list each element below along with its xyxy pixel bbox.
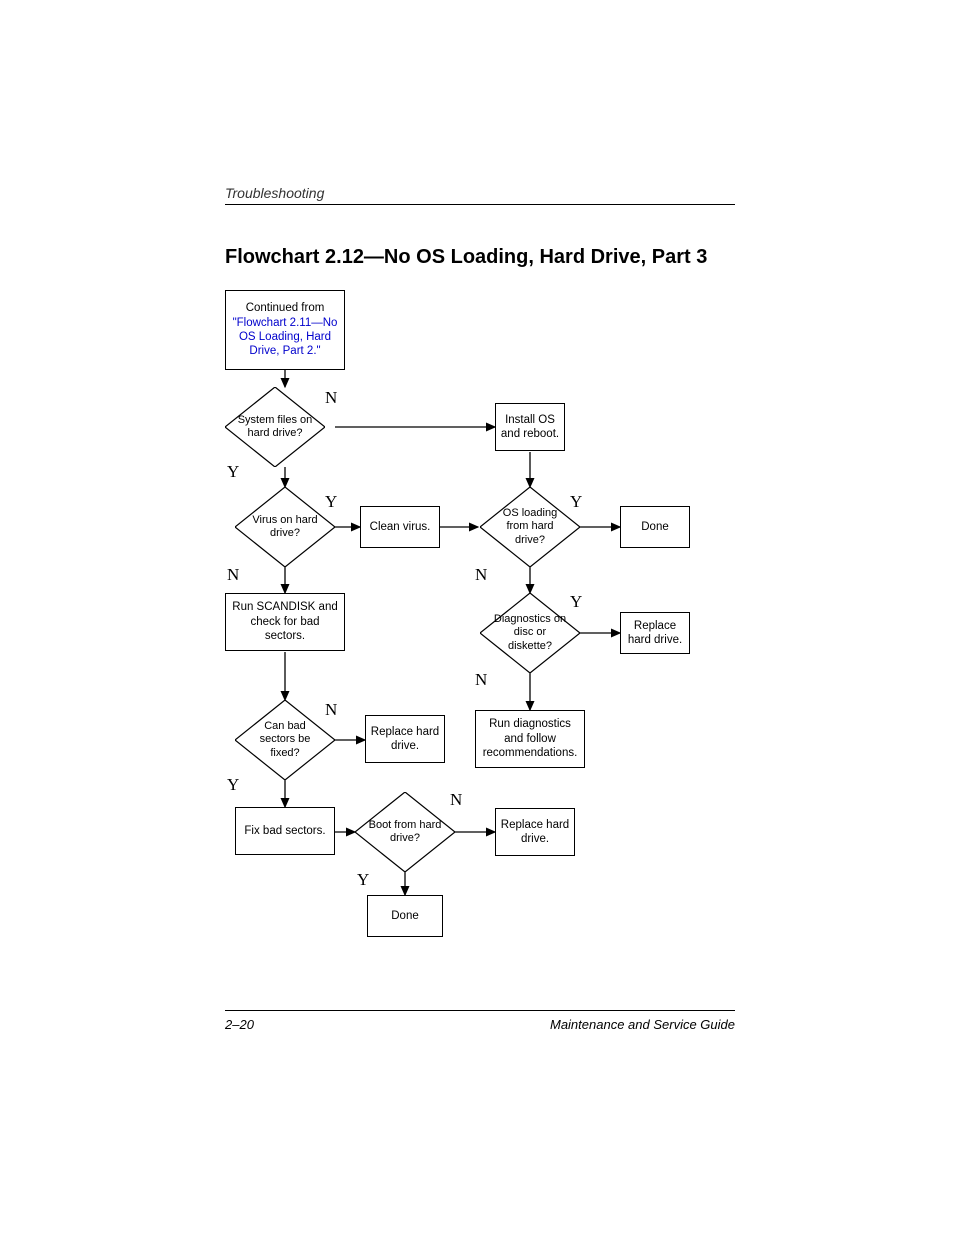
section-header: Troubleshooting [225, 185, 735, 205]
decision-diag-disc-text: Diagnostics on disc or diskette? [492, 613, 568, 653]
node-clean-virus: Clean virus. [360, 506, 440, 548]
node-fix-sectors-text: Fix bad sectors. [244, 824, 325, 838]
page-footer: 2–20 Maintenance and Service Guide [225, 1010, 735, 1032]
decision-virus-text: Virus on hard drive? [247, 514, 323, 540]
decision-system-files-text: System files on hard drive? [237, 414, 313, 440]
page-title: Flowchart 2.12—No OS Loading, Hard Drive… [225, 245, 735, 270]
label-n: N [450, 790, 462, 810]
node-replace-hd-3: Replace hard drive. [495, 808, 575, 856]
node-install-os-text: Install OS and reboot. [500, 413, 560, 442]
node-done-2-text: Done [391, 909, 419, 923]
guide-title: Maintenance and Service Guide [550, 1017, 735, 1032]
label-n: N [325, 388, 337, 408]
flowchart: Continued from "Flowchart 2.11—No OS Loa… [225, 290, 735, 960]
decision-os-loading-text: OS loading from hard drive? [492, 507, 568, 547]
node-replace-hd-2-text: Replace hard drive. [370, 725, 440, 754]
decision-can-fix: Can bad sectors be fixed? [235, 700, 335, 780]
label-y: Y [357, 870, 369, 890]
continued-prefix: Continued from [246, 301, 325, 315]
node-continued-from: Continued from "Flowchart 2.11—No OS Loa… [225, 290, 345, 370]
node-install-os: Install OS and reboot. [495, 403, 565, 451]
page-number: 2–20 [225, 1017, 254, 1032]
node-run-diagnostics: Run diagnostics and follow recommendatio… [475, 710, 585, 768]
node-scandisk-text: Run SCANDISK and check for bad sectors. [230, 600, 340, 643]
node-replace-hd-1: Replace hard drive. [620, 612, 690, 654]
label-y: Y [227, 462, 239, 482]
node-done-1-text: Done [641, 520, 669, 534]
node-run-diagnostics-text: Run diagnostics and follow recommendatio… [480, 717, 580, 760]
label-y: Y [570, 592, 582, 612]
node-clean-virus-text: Clean virus. [370, 520, 431, 534]
node-replace-hd-1-text: Replace hard drive. [625, 619, 685, 648]
decision-os-loading: OS loading from hard drive? [480, 487, 580, 567]
node-replace-hd-2: Replace hard drive. [365, 715, 445, 763]
label-n: N [475, 670, 487, 690]
label-n: N [475, 565, 487, 585]
node-replace-hd-3-text: Replace hard drive. [500, 818, 570, 847]
decision-system-files: System files on hard drive? [225, 387, 325, 467]
continued-link[interactable]: "Flowchart 2.11—No OS Loading, Hard Driv… [230, 316, 340, 359]
label-y: Y [227, 775, 239, 795]
decision-diag-disc: Diagnostics on disc or diskette? [480, 593, 580, 673]
node-done-2: Done [367, 895, 443, 937]
node-scandisk: Run SCANDISK and check for bad sectors. [225, 593, 345, 651]
node-fix-sectors: Fix bad sectors. [235, 807, 335, 855]
decision-can-fix-text: Can bad sectors be fixed? [247, 720, 323, 760]
node-done-1: Done [620, 506, 690, 548]
label-n: N [227, 565, 239, 585]
decision-boot-hd-text: Boot from hard drive? [367, 819, 443, 845]
decision-virus: Virus on hard drive? [235, 487, 335, 567]
label-n: N [325, 700, 337, 720]
label-y: Y [325, 492, 337, 512]
label-y: Y [570, 492, 582, 512]
decision-boot-hd: Boot from hard drive? [355, 792, 455, 872]
